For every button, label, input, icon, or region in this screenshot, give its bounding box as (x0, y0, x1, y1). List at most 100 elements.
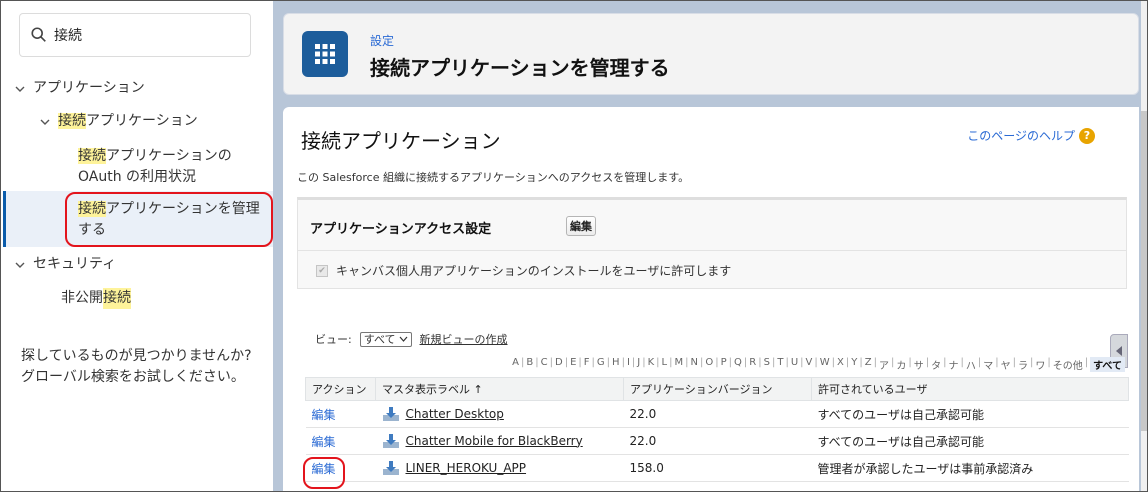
alpha-filter-item[interactable]: W (820, 357, 830, 372)
tree-item-oauth-usage[interactable]: 接続アプリケーションの OAuth の利用状況 (78, 146, 232, 188)
tree-label-text: 非公開 (61, 290, 103, 306)
alpha-filter-item[interactable]: D (555, 357, 563, 372)
table-header-row: アクション マスタ表示ラベル ↑ アプリケーションバージョン 許可されているユー… (305, 377, 1129, 401)
canvas-install-setting: ✔ キャンバス個人用アプリケーションのインストールをユーザに許可します (316, 262, 731, 279)
alpha-filter-item[interactable]: U (791, 357, 798, 372)
download-icon (382, 407, 399, 421)
alpha-filter-item[interactable]: ア (879, 357, 889, 372)
access-edit-button[interactable]: 編集 (566, 216, 596, 236)
alpha-filter-item[interactable]: Z (865, 357, 872, 372)
app-label-link[interactable]: LINER_HEROKU_APP (406, 461, 527, 475)
app-label-link[interactable]: Chatter Mobile for BlackBerry (406, 434, 583, 448)
alpha-separator: | (642, 357, 646, 368)
page-description: この Salesforce 組織に接続するアプリケーションへのアクセスを管理しま… (297, 171, 690, 184)
alpha-separator: | (549, 357, 553, 368)
alpha-filter-item[interactable]: ワ (1035, 357, 1045, 372)
checkbox-disabled: ✔ (316, 264, 328, 277)
alpha-filter-item[interactable]: B (526, 357, 533, 372)
alpha-filter-item[interactable]: マ (983, 357, 993, 372)
column-header-permitted-users[interactable]: 許可されているユーザ (811, 377, 1129, 401)
tree-label-text: アプリケーション (86, 113, 198, 129)
version-cell: 22.0 (623, 400, 812, 428)
alpha-separator: | (669, 357, 673, 368)
alpha-filter-item[interactable]: C (541, 357, 548, 372)
tree-label-text: アプリケーションを管理 (106, 201, 260, 217)
breadcrumb[interactable]: 設定 (370, 32, 394, 49)
version-cell: 22.0 (623, 427, 812, 455)
alpha-separator: | (977, 357, 982, 368)
window-frame: 接続 アプリケーション 接続アプリケーション 接続アプリケーションの OAuth… (0, 0, 1148, 492)
row-edit-link[interactable]: 編集 (312, 408, 336, 422)
action-cell: 編集 (305, 454, 376, 482)
alpha-separator: | (995, 357, 999, 368)
alpha-separator: | (800, 357, 804, 368)
tree-item-apps[interactable]: アプリケーション (13, 78, 145, 99)
alpha-separator: | (685, 357, 689, 368)
alpha-filter-item[interactable]: ラ (1018, 357, 1028, 372)
alpha-filter-item[interactable]: H (612, 357, 620, 372)
tree-item-connected-apps[interactable]: 接続アプリケーション (38, 111, 198, 132)
alpha-separator: | (591, 357, 595, 368)
access-settings-title: アプリケーションアクセス設定 (310, 222, 492, 237)
alpha-separator: | (943, 357, 947, 368)
alphabet-filter: A | B | C | D | E | F | G | H | I | J | K | L | M | N | O | P | Q | R | S | T |… (512, 357, 1125, 372)
tree-item-security[interactable]: セキュリティ (13, 254, 116, 275)
alpha-separator: | (785, 357, 789, 368)
search-input[interactable]: 接続 (54, 25, 82, 45)
alpha-filter-item[interactable]: M (675, 357, 684, 372)
tree-item-manage-connected-apps[interactable]: 接続アプリケーションを管理 する (78, 199, 260, 241)
scrollbar[interactable] (1141, 1, 1147, 491)
alpha-filter-item[interactable]: A (512, 357, 519, 372)
alpha-separator: | (908, 357, 912, 368)
alpha-filter-item[interactable]: O (705, 357, 713, 372)
page-header: 設定 接続アプリケーションを管理する (283, 13, 1139, 95)
quick-find-search[interactable]: 接続 (19, 13, 251, 57)
alpha-separator: | (859, 357, 863, 368)
table-row: 編集 LINER_HEROKU_APP 158.0 管理者が承認したユーザは事前承認済… (305, 454, 1129, 482)
list-view-controls: ビュー: すべて 新規ビューの作成 (315, 331, 508, 347)
alpha-filter-item[interactable]: V (806, 357, 813, 372)
alpha-separator: | (1047, 357, 1051, 368)
alpha-filter-item[interactable]: Q (734, 357, 742, 372)
alpha-filter-item[interactable]: タ (931, 357, 941, 372)
alpha-filter-item[interactable]: ハ (966, 357, 976, 372)
scrollbar-thumb[interactable] (1141, 111, 1147, 431)
alpha-separator: | (960, 357, 964, 368)
access-settings-panel: アプリケーションアクセス設定 編集 ✔ キャンバス個人用アプリケーションのインス… (297, 197, 1128, 368)
alpha-separator: | (890, 357, 895, 368)
apps-grid-icon (302, 31, 348, 77)
create-view-link[interactable]: 新規ビューの作成 (420, 331, 508, 347)
row-edit-link[interactable]: 編集 (312, 435, 336, 449)
alpha-filter-item[interactable]: その他 (1053, 357, 1083, 372)
tree-label-text: する (78, 222, 106, 238)
alpha-separator: | (535, 357, 539, 368)
column-header-label[interactable]: マスタ表示ラベル ↑ (375, 377, 624, 401)
app-label-link[interactable]: Chatter Desktop (406, 407, 504, 421)
help-link[interactable]: このページのヘルプ ? (967, 127, 1095, 144)
search-highlight: 接続 (78, 148, 106, 164)
help-icon: ? (1079, 127, 1095, 144)
column-header-version[interactable]: アプリケーションバージョン (623, 377, 812, 401)
alpha-filter-item[interactable]: N (691, 357, 698, 372)
alpha-separator: | (564, 357, 569, 368)
view-select[interactable]: すべて (359, 331, 412, 347)
checkbox-label: キャンバス個人用アプリケーションのインストールをユーザに許可します (336, 264, 732, 278)
row-edit-link[interactable]: 編集 (312, 462, 336, 476)
alpha-filter-item[interactable]: X (837, 357, 844, 372)
alpha-filter-item[interactable]: すべて (1090, 357, 1125, 372)
alpha-filter-item[interactable]: ナ (948, 357, 958, 372)
alpha-separator: | (1029, 357, 1034, 368)
alpha-filter-item[interactable]: R (749, 357, 756, 372)
content-panel: 接続アプリケーション このページのヘルプ ? この Salesforce 組織に… (283, 107, 1139, 491)
tree-item-apps-label: アプリケーション (33, 80, 145, 96)
alpha-filter-item[interactable]: カ (896, 357, 906, 372)
chevron-down-icon (399, 336, 407, 342)
alpha-filter-item[interactable]: G (597, 357, 605, 372)
permitted-users-cell: 管理者が承認したユーザは事前承認済み (811, 454, 1129, 482)
label-cell: Chatter Desktop (375, 400, 624, 428)
alpha-filter-item[interactable]: サ (914, 357, 924, 372)
tree-item-private-connection[interactable]: 非公開 接続 (61, 288, 131, 309)
alpha-separator: | (873, 357, 877, 368)
chevron-down-icon (13, 78, 27, 99)
alpha-filter-item[interactable]: ヤ (1001, 357, 1011, 372)
